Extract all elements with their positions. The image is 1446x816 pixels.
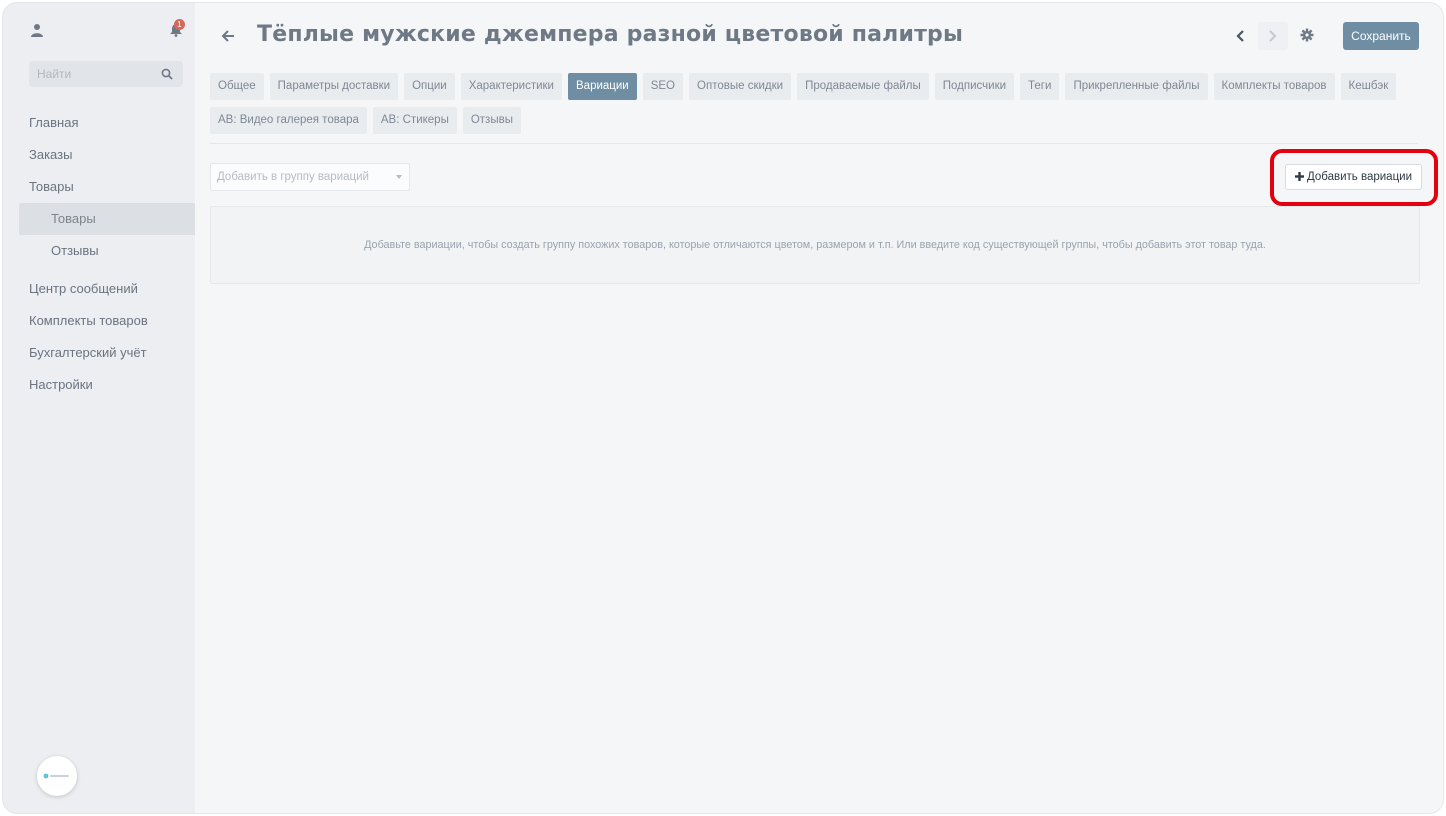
next-button[interactable] xyxy=(1258,22,1288,50)
sidebar-item-accounting[interactable]: Бухгалтерский учёт xyxy=(3,337,195,369)
avatar[interactable] xyxy=(37,756,77,796)
sidebar-subitem-products[interactable]: Товары xyxy=(19,203,195,235)
tab-options[interactable]: Опции xyxy=(404,73,455,100)
add-variations-label: Добавить вариации xyxy=(1306,171,1413,183)
notification-badge: 1 xyxy=(174,19,185,30)
chevron-left-icon[interactable] xyxy=(1231,25,1251,47)
chevron-right-icon xyxy=(1269,30,1277,42)
save-button[interactable]: Сохранить xyxy=(1343,22,1419,50)
add-variations-button[interactable]: Добавить вариации xyxy=(1285,164,1422,190)
variation-group-select[interactable]: Добавить в группу вариаций xyxy=(210,163,410,191)
gear-icon[interactable] xyxy=(1299,27,1315,43)
tab-seo[interactable]: SEO xyxy=(642,73,684,100)
tab-bar: Общее Параметры доставки Опции Характери… xyxy=(210,73,1430,134)
search-input[interactable] xyxy=(37,61,157,87)
tab-tags[interactable]: Теги xyxy=(1020,73,1060,100)
back-arrow-icon[interactable] xyxy=(221,29,235,43)
sidebar-top: 1 xyxy=(3,3,195,55)
sidebar-item-orders[interactable]: Заказы xyxy=(3,139,195,171)
search-icon[interactable] xyxy=(161,68,173,80)
user-icon[interactable] xyxy=(31,23,43,37)
tab-general[interactable]: Общее xyxy=(210,73,264,100)
sidebar-item-home[interactable]: Главная xyxy=(3,107,195,139)
brand-logo xyxy=(43,773,69,779)
empty-state: Добавьте вариации, чтобы создать группу … xyxy=(210,206,1420,284)
app-window: 1 Главная Заказы Товары Товары Отзывы Це… xyxy=(3,3,1443,813)
sidebar-nav: Главная Заказы Товары Товары Отзывы Цент… xyxy=(3,107,195,401)
caret-down-icon xyxy=(396,175,402,179)
divider xyxy=(210,143,1418,144)
tab-variations[interactable]: Вариации xyxy=(568,73,637,100)
sidebar-item-products[interactable]: Товары xyxy=(3,171,195,203)
page-title: Тёплые мужские джемпера разной цветовой … xyxy=(257,22,964,47)
tab-video-gallery[interactable]: AB: Видео галерея товара xyxy=(210,107,367,134)
tab-bundles[interactable]: Комплекты товаров xyxy=(1213,73,1335,100)
tab-features[interactable]: Характеристики xyxy=(460,73,562,100)
main-content: Тёплые мужские джемпера разной цветовой … xyxy=(195,3,1443,813)
tab-sellable-files[interactable]: Продаваемые файлы xyxy=(797,73,929,100)
sidebar-subitem-reviews[interactable]: Отзывы xyxy=(3,235,195,267)
tab-stickers[interactable]: AB: Стикеры xyxy=(372,107,457,134)
tab-reviews[interactable]: Отзывы xyxy=(462,107,521,134)
sidebar-search xyxy=(29,61,183,87)
plus-icon xyxy=(1294,172,1304,181)
sidebar: 1 Главная Заказы Товары Товары Отзывы Це… xyxy=(3,3,195,813)
sidebar-item-messages[interactable]: Центр сообщений xyxy=(3,273,195,305)
tab-wholesale[interactable]: Оптовые скидки xyxy=(689,73,792,100)
tab-subscribers[interactable]: Подписчики xyxy=(934,73,1015,100)
sidebar-item-settings[interactable]: Настройки xyxy=(3,369,195,401)
select-placeholder: Добавить в группу вариаций xyxy=(217,171,369,183)
sidebar-item-bundles[interactable]: Комплекты товаров xyxy=(3,305,195,337)
tab-attachments[interactable]: Прикрепленные файлы xyxy=(1065,73,1208,100)
tab-shipping[interactable]: Параметры доставки xyxy=(269,73,399,100)
tab-cashback[interactable]: Кешбэк xyxy=(1340,73,1397,100)
empty-state-text: Добавьте вариации, чтобы создать группу … xyxy=(364,239,1266,251)
